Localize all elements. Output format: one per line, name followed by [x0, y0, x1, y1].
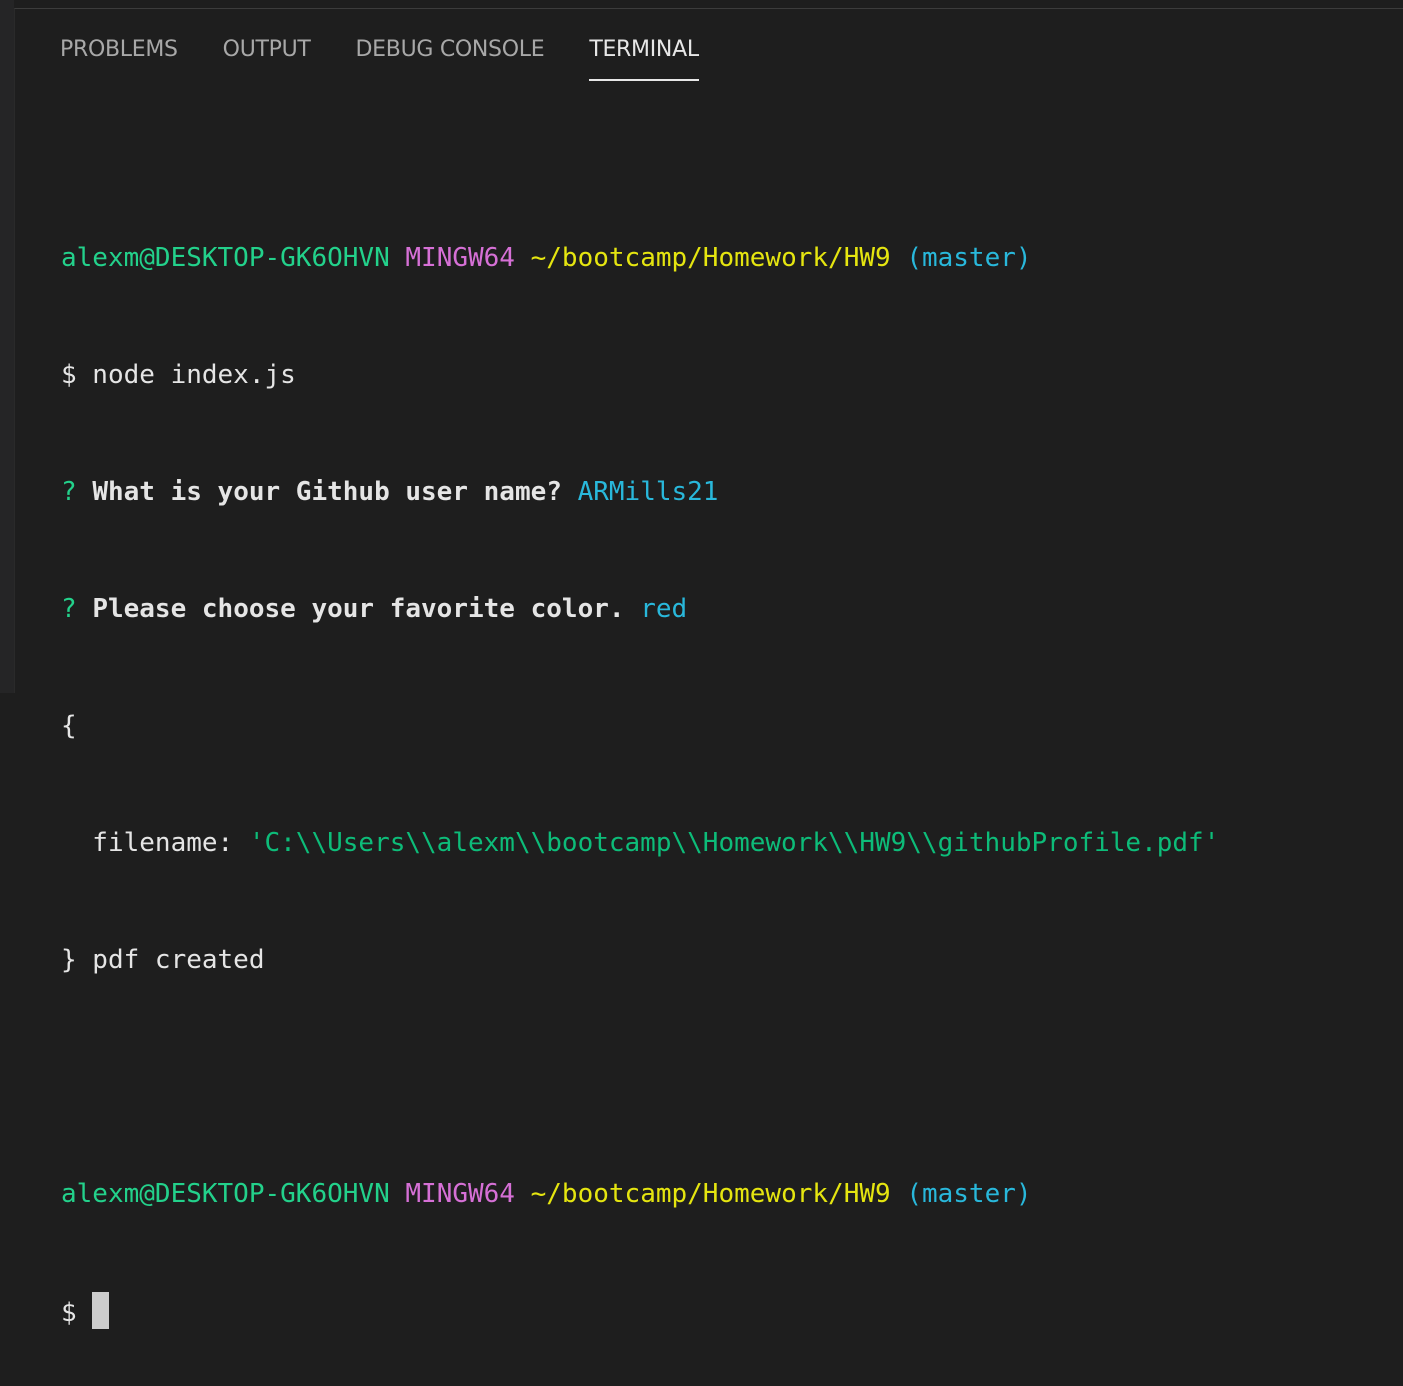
question-mark: ? [61, 594, 77, 624]
left-gutter [0, 0, 14, 693]
prompt-shell: MINGW64 [405, 1179, 515, 1209]
terminal-cursor [92, 1292, 110, 1329]
terminal-output[interactable]: alexm@DESKTOP-GK6OHVN MINGW64 ~/bootcamp… [61, 161, 1391, 1329]
prompt-line: alexm@DESKTOP-GK6OHVN MINGW64 ~/bootcamp… [61, 1175, 1391, 1214]
output-filename-line: filename: 'C:\\Users\\alexm\\bootcamp\\H… [61, 824, 1391, 863]
terminal-panel: PROBLEMS OUTPUT DEBUG CONSOLE TERMINAL a… [14, 8, 1403, 1329]
input-line[interactable]: $ [61, 1292, 1391, 1331]
dollar-prompt: $ [61, 1298, 77, 1328]
answer-text: red [640, 594, 688, 624]
question-text: What is your Github user name? [92, 477, 562, 507]
question-line-username: ? What is your Github user name? ARMills… [61, 473, 1391, 512]
filename-key: filename: [61, 828, 249, 858]
tab-problems[interactable]: PROBLEMS [60, 33, 178, 79]
question-line-color: ? Please choose your favorite color. red [61, 590, 1391, 629]
question-text: Please choose your favorite color. [92, 594, 625, 624]
prompt-path: ~/bootcamp/Homework/HW9 [530, 1179, 891, 1209]
answer-text: ARMills21 [577, 477, 719, 507]
prompt-branch: (master) [906, 1179, 1032, 1209]
question-mark: ? [61, 477, 77, 507]
filename-value: 'C:\\Users\\alexm\\bootcamp\\Homework\\H… [248, 828, 1220, 858]
tab-terminal[interactable]: TERMINAL [589, 33, 699, 81]
prompt-user-host: alexm@DESKTOP-GK6OHVN [61, 1179, 390, 1209]
tab-output[interactable]: OUTPUT [223, 33, 311, 79]
prompt-line: alexm@DESKTOP-GK6OHVN MINGW64 ~/bootcamp… [61, 239, 1391, 278]
prompt-branch: (master) [906, 243, 1032, 273]
tab-debug-console[interactable]: DEBUG CONSOLE [356, 33, 545, 79]
prompt-user-host: alexm@DESKTOP-GK6OHVN [61, 243, 390, 273]
panel-tabs: PROBLEMS OUTPUT DEBUG CONSOLE TERMINAL [60, 33, 744, 89]
output-close-line: } pdf created [61, 945, 265, 975]
command-line: $ node index.js [61, 360, 296, 390]
prompt-shell: MINGW64 [405, 243, 515, 273]
prompt-path: ~/bootcamp/Homework/HW9 [530, 243, 891, 273]
output-open-brace: { [61, 711, 77, 741]
